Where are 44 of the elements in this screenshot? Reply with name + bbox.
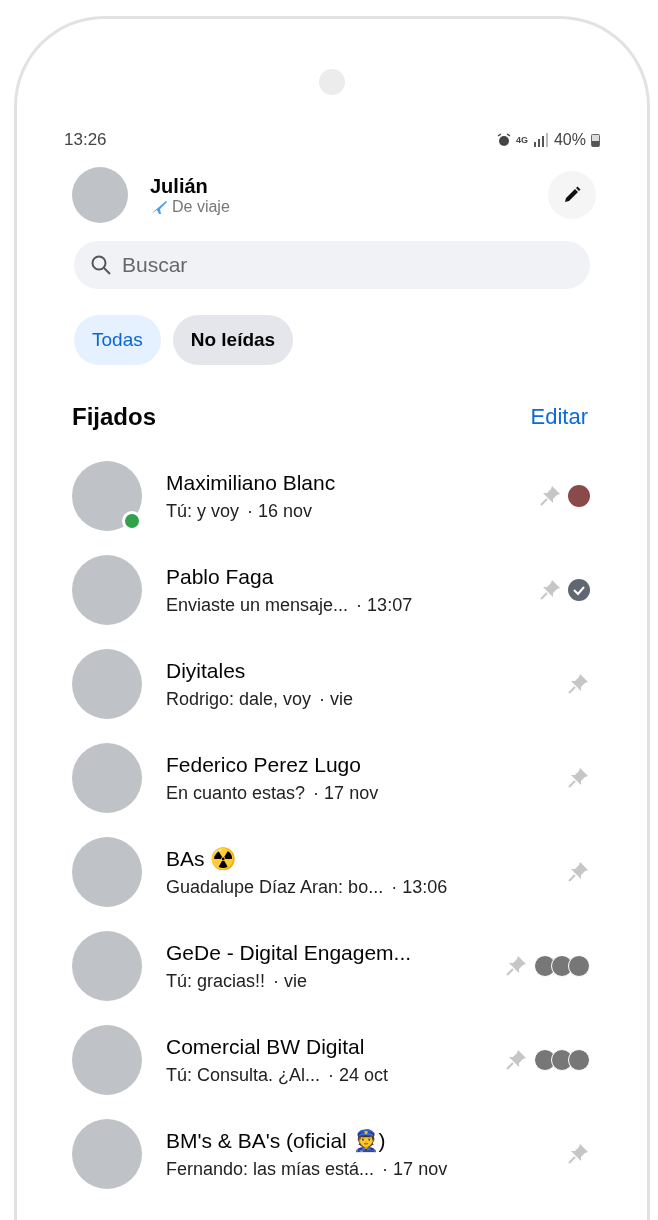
pencil-icon [562,185,582,205]
search-icon [90,254,112,276]
conversation-name: Diyitales [166,658,247,683]
section-title: Fijados [72,403,156,431]
message-time: · vie [273,970,308,992]
conversation-name: Maximiliano Blanc [166,470,337,495]
message-time: · 13:07 [356,594,413,616]
message-preview: Enviaste un mensaje... [166,594,349,616]
message-preview: Tú: Consulta. ¿Al... [166,1064,321,1086]
message-time: · 24 oct [328,1064,389,1086]
message-preview: Rodrigo: dale, voy [166,688,312,710]
message-preview: Tú: y voy [166,500,240,522]
filter-tab[interactable]: No leídas [172,315,294,365]
profile-name: Julián [150,174,209,198]
conversation-name: BM's & BA's (oficial 👮) [166,1128,387,1153]
alarm-icon [496,133,511,147]
message-preview: Guadalupe Díaz Aran: bo... [166,876,384,898]
check-icon [568,579,590,601]
conversation-name: Comercial BW Digital [166,1034,366,1059]
filter-tab[interactable]: Todas [74,315,161,365]
profile-status: De viaje [172,197,230,216]
battery-percent: 40% [553,131,586,149]
status-time: 13:26 [64,130,107,150]
edit-link[interactable]: Editar [530,404,588,430]
conversation-name: Federico Perez Lugo [166,752,362,777]
seen-avatar [568,485,590,507]
conversation-name: BAs ☢ [166,846,238,871]
message-preview: En cuanto estas? [166,782,306,804]
seen-avatars [534,955,590,977]
message-preview: Fernando: las mías está... [166,1158,375,1180]
signal-icon [532,133,549,147]
network-label: 4G [515,135,528,145]
compose-button[interactable] [548,171,596,219]
conversation-name: GeDe - Digital Engagem... [166,940,413,965]
message-preview: Tú: gracias!! [166,970,266,992]
message-time: · vie [319,688,354,710]
seen-avatars [534,1049,590,1071]
message-time: · 13:06 [391,876,448,898]
battery-icon [591,133,600,147]
message-time: · 16 nov [247,500,313,522]
search-field[interactable]: Buscar [74,241,590,289]
message-time: · 17 nov [382,1158,448,1180]
conversation-name: Pablo Faga [166,564,275,589]
message-time: · 17 nov [313,782,379,804]
